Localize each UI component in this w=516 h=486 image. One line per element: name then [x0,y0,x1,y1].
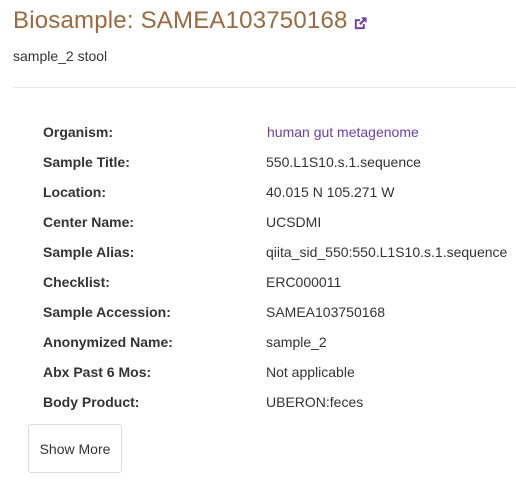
attribute-list: Organism: human gut metagenome Sample Ti… [43,118,516,418]
external-link-icon[interactable] [353,16,368,31]
attribute-value: 40.015 N 105.271 W [266,184,395,200]
attribute-value: Not applicable [266,364,355,380]
attribute-row-sample-title: Sample Title: 550.L1S10.s.1.sequence [43,148,516,178]
attribute-value: 550.L1S10.s.1.sequence [266,154,421,170]
attribute-row-sample-accession: Sample Accession: SAMEA103750168 [43,298,516,328]
attribute-key: Location: [43,184,106,200]
attribute-key: Sample Accession: [43,304,171,320]
attribute-key: Sample Alias: [43,244,135,260]
title-row: Biosample: SAMEA103750168 [13,5,368,37]
page-title: Biosample: SAMEA103750168 [13,7,348,34]
attribute-row-abx-past-6-mos: Abx Past 6 Mos: Not applicable [43,358,516,388]
page-subtitle: sample_2 stool [13,48,108,64]
attribute-value: sample_2 [266,334,327,350]
attribute-row-organism: Organism: human gut metagenome [43,118,516,148]
attribute-key: Sample Title: [43,154,130,170]
attribute-row-location: Location: 40.015 N 105.271 W [43,178,516,208]
attribute-row-checklist: Checklist: ERC000011 [43,268,516,298]
attribute-key: Body Product: [43,394,140,410]
page-header: Biosample: SAMEA103750168 [13,5,368,37]
attribute-value: ERC000011 [266,274,342,290]
divider [13,87,516,88]
show-more-button[interactable]: Show More [28,424,122,473]
attribute-key: Abx Past 6 Mos: [43,364,152,380]
attribute-row-sample-alias: Sample Alias: qiita_sid_550:550.L1S10.s.… [43,238,516,268]
attribute-value: UBERON:feces [266,394,364,410]
attribute-key: Anonymized Name: [43,334,173,350]
attribute-row-body-product: Body Product: UBERON:feces [43,388,516,418]
attribute-row-anonymized-name: Anonymized Name: sample_2 [43,328,516,358]
attribute-value: SAMEA103750168 [266,304,386,320]
attribute-key: Checklist: [43,274,110,290]
attribute-key: Organism: [43,124,114,140]
organism-link[interactable]: human gut metagenome [267,124,419,140]
attribute-value: qiita_sid_550:550.L1S10.s.1.sequence [266,244,508,260]
attribute-value: UCSDMI [266,214,322,230]
attribute-key: Center Name: [43,214,135,230]
attribute-row-center-name: Center Name: UCSDMI [43,208,516,238]
